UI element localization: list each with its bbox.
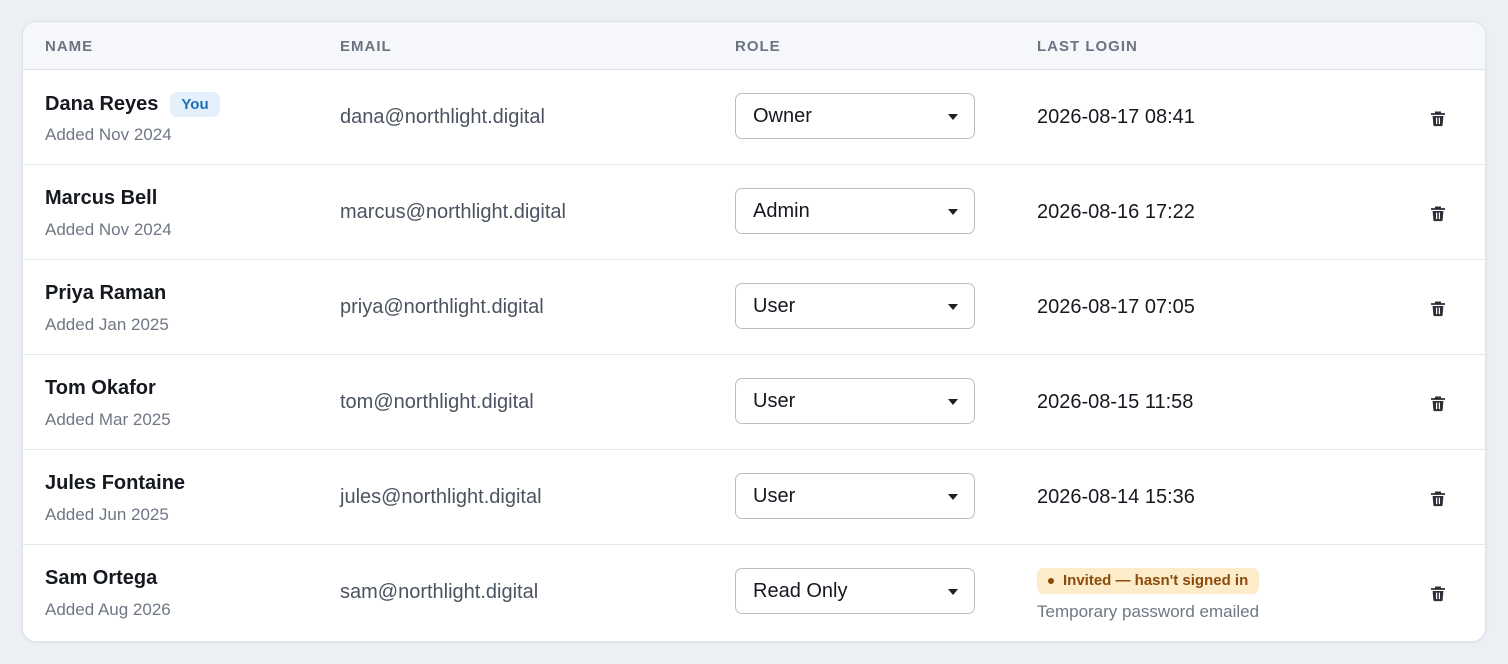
last-login: 2026-08-16 17:22: [1037, 201, 1195, 223]
user-name-line: Priya Raman: [45, 282, 166, 305]
role-select[interactable]: Owner: [735, 93, 975, 139]
user-name: Priya Raman: [45, 282, 167, 304]
last-login: 2026-08-17 08:41: [1037, 106, 1195, 128]
user-added-date: Added Aug 2026: [45, 600, 171, 619]
trash-icon[interactable]: [1428, 583, 1448, 603]
role-select[interactable]: Admin: [735, 188, 975, 234]
trash-icon[interactable]: [1428, 393, 1448, 413]
column-header-email: EMAIL: [340, 38, 392, 55]
table-row: Priya Raman Added Jan 2025 priya@northli…: [23, 260, 1485, 355]
user-added-date: Added Nov 2024: [45, 125, 172, 144]
role-select-value: Read Only: [753, 579, 848, 602]
user-name: Marcus Bell: [45, 187, 158, 209]
chevron-down-icon: [948, 494, 958, 500]
role-select-value: User: [753, 294, 796, 317]
column-header-role: ROLE: [735, 38, 781, 55]
role-select-value: User: [753, 484, 796, 507]
user-name-line: Sam Ortega: [45, 567, 157, 590]
user-email: tom@northlight.digital: [340, 391, 534, 413]
chevron-down-icon: [948, 304, 958, 310]
user-email: priya@northlight.digital: [340, 296, 544, 318]
table-row: Dana Reyes You Added Nov 2024 dana@north…: [23, 70, 1485, 165]
user-name-line: Jules Fontaine: [45, 472, 185, 495]
dot-icon: [1048, 577, 1054, 584]
you-badge: You: [170, 92, 220, 117]
user-name: Tom Okafor: [45, 377, 156, 399]
role-select[interactable]: User: [735, 473, 975, 519]
user-added-date: Added Nov 2024: [45, 220, 172, 239]
column-header-last-login: LAST LOGIN: [1037, 38, 1138, 55]
trash-icon[interactable]: [1428, 488, 1448, 508]
role-select-value: Admin: [753, 199, 810, 222]
last-login: 2026-08-17 07:05: [1037, 296, 1195, 318]
invite-status-label: Invited — hasn't signed in: [1063, 572, 1249, 589]
trash-icon[interactable]: [1428, 298, 1448, 318]
role-select[interactable]: Read Only: [735, 568, 975, 614]
user-name-line: Dana Reyes You: [45, 92, 220, 117]
user-added-date: Added Jun 2025: [45, 505, 169, 524]
chevron-down-icon: [948, 209, 958, 215]
invite-status-badge: Invited — hasn't signed in: [1037, 568, 1260, 594]
user-name-line: Marcus Bell: [45, 187, 157, 210]
chevron-down-icon: [948, 589, 958, 595]
table-row: Jules Fontaine Added Jun 2025 jules@nort…: [23, 450, 1485, 545]
column-header-name: NAME: [45, 38, 94, 55]
user-name: Sam Ortega: [45, 567, 158, 589]
user-email: jules@northlight.digital: [340, 486, 542, 508]
user-name: Jules Fontaine: [45, 472, 186, 494]
trash-icon[interactable]: [1428, 108, 1448, 128]
user-email: marcus@northlight.digital: [340, 201, 566, 223]
last-login: 2026-08-14 15:36: [1037, 486, 1195, 508]
role-select[interactable]: User: [735, 378, 975, 424]
user-email: dana@northlight.digital: [340, 106, 545, 128]
user-name-line: Tom Okafor: [45, 377, 156, 400]
table-row: Sam Ortega Added Aug 2026 sam@northlight…: [23, 545, 1485, 641]
user-added-date: Added Jan 2025: [45, 315, 169, 334]
invite-status-detail: Temporary password emailed: [1037, 602, 1260, 621]
role-select[interactable]: User: [735, 283, 975, 329]
user-name: Dana Reyes: [45, 93, 159, 115]
trash-icon[interactable]: [1428, 203, 1448, 223]
users-table: NAME EMAIL ROLE LAST LOGIN Dana Reyes Yo…: [22, 21, 1486, 642]
table-row: Tom Okafor Added Mar 2025 tom@northlight…: [23, 355, 1485, 450]
role-select-value: User: [753, 389, 796, 412]
last-login: 2026-08-15 11:58: [1037, 391, 1194, 413]
role-select-value: Owner: [753, 104, 812, 127]
user-added-date: Added Mar 2025: [45, 410, 171, 429]
table-row: Marcus Bell Added Nov 2024 marcus@northl…: [23, 165, 1485, 260]
user-email: sam@northlight.digital: [340, 581, 539, 603]
table-header: NAME EMAIL ROLE LAST LOGIN: [23, 22, 1485, 70]
chevron-down-icon: [948, 114, 958, 120]
chevron-down-icon: [948, 399, 958, 405]
